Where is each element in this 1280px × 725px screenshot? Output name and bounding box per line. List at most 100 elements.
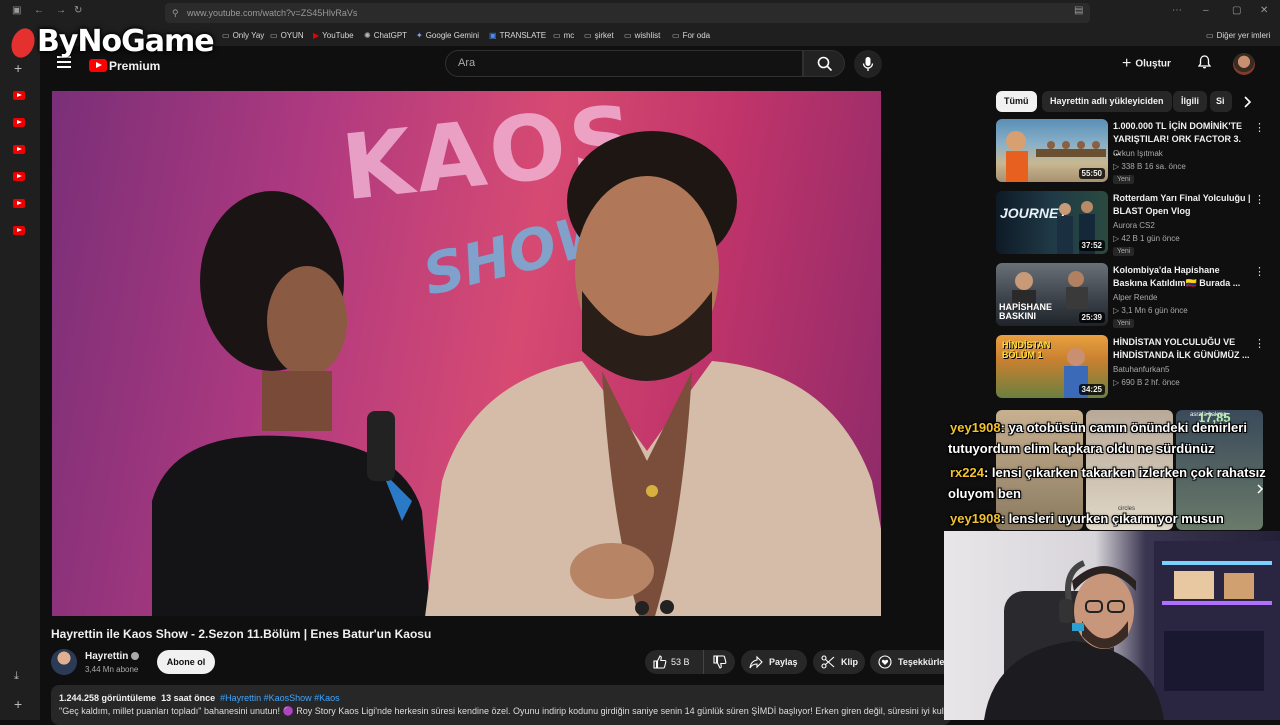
channel-name[interactable]: Batuhanfurkan5: [1113, 365, 1170, 374]
folder-icon: ▭: [584, 31, 592, 40]
recommended-video[interactable]: HİNDİSTAN BÖLÜM 1 34:25 HİNDİSTAN YOLCUL…: [996, 335, 1271, 401]
youtube-tab-icon[interactable]: [13, 145, 25, 154]
chip-all[interactable]: Tümü: [996, 91, 1037, 112]
like-button[interactable]: 53 B: [645, 650, 700, 674]
sidebar-toggle-icon[interactable]: ▣: [12, 5, 21, 16]
thumbnail-text: HAPİSHANE BASKINI: [999, 302, 1053, 321]
youtube-tab-icon[interactable]: [13, 172, 25, 181]
folder-icon: ▭: [553, 31, 561, 40]
add-icon[interactable]: +: [14, 696, 22, 712]
voice-search-button[interactable]: [854, 50, 882, 78]
recommended-video[interactable]: HAPİSHANE BASKINI 25:39 Kolombiya'da Hap…: [996, 263, 1271, 329]
youtube-header: Premium Ara + Oluştur: [40, 46, 1280, 84]
description-box[interactable]: 1.244.258 görüntüleme 13 saat önce #Hayr…: [51, 685, 951, 725]
site-info-icon[interactable]: ⚲: [172, 3, 179, 23]
thumbs-up-icon: [653, 655, 667, 669]
video-duration: 34:25: [1078, 384, 1105, 395]
search-input[interactable]: Ara: [445, 50, 803, 77]
youtube-tab-icon[interactable]: [13, 118, 25, 127]
chat-text: : lensi çıkarken takarken izlerken çok r…: [983, 465, 1266, 480]
channel-name[interactable]: Hayrettin: [85, 651, 128, 662]
channel-name[interactable]: Alper Rende: [1113, 293, 1157, 302]
bookmark-translate[interactable]: ▣ TRANSLATE: [489, 31, 546, 40]
bookmark-youtube[interactable]: ▶ YouTube: [313, 31, 354, 40]
premium-label: Premium: [109, 58, 161, 73]
video-meta: ▷ 42 B 1 gün önce: [1113, 234, 1180, 243]
video-thumbnail: HAPİSHANE BASKINI 25:39: [996, 263, 1108, 326]
youtube-tab-icon[interactable]: [13, 199, 25, 208]
description-text: "Geç kaldım, millet puanları topladı" ba…: [59, 706, 951, 716]
address-bar[interactable]: ⚲ www.youtube.com/watch?v=ZS45HlvRaVs: [165, 3, 1090, 23]
create-button[interactable]: + Oluştur: [1122, 55, 1171, 73]
recommended-video[interactable]: JOURNEY 37:52 Rotterdam Yarı Final Yolcu…: [996, 191, 1271, 257]
chip-from-uploader[interactable]: Hayrettin adlı yükleyiciden: [1042, 91, 1172, 112]
chip-truncated[interactable]: Si: [1210, 91, 1232, 112]
search-button[interactable]: [803, 50, 845, 77]
bookmark-gemini[interactable]: ✦ Google Gemini: [416, 31, 479, 40]
youtube-tab-icon[interactable]: [13, 91, 25, 100]
menu-dots-icon[interactable]: ⋯: [1172, 5, 1182, 16]
translate-icon: ▣: [489, 31, 497, 40]
video-player[interactable]: KAOS SHOW: [52, 91, 881, 616]
other-bookmarks[interactable]: ▭ Diğer yer imleri: [1206, 31, 1270, 40]
bookmark-mc[interactable]: ▭ mc: [553, 31, 574, 40]
youtube-logo[interactable]: Premium: [89, 57, 161, 73]
minimize-icon[interactable]: –: [1203, 5, 1209, 16]
bookmark-for-oda[interactable]: ▭ For oda: [672, 31, 710, 40]
more-options-icon[interactable]: ⋮: [1254, 193, 1265, 206]
bookmark-only-yay[interactable]: ▭ Only Yay: [222, 31, 264, 40]
more-options-icon[interactable]: ⋮: [1254, 265, 1265, 278]
chat-message: yey1908: ya otobüsün camın önündeki demi…: [950, 420, 1247, 435]
dislike-button[interactable]: [703, 650, 735, 674]
chat-username: yey1908: [950, 511, 1001, 526]
close-icon[interactable]: ✕: [1260, 5, 1268, 16]
thanks-button[interactable]: Teşekkürler: [870, 650, 950, 674]
maximize-icon[interactable]: ▢: [1232, 5, 1241, 16]
reload-icon[interactable]: ↻: [74, 5, 82, 16]
like-dislike-group: 53 B: [645, 650, 735, 674]
share-button[interactable]: Paylaş: [741, 650, 807, 674]
more-options-icon[interactable]: ⋮: [1254, 121, 1265, 134]
youtube-tab-icon[interactable]: [13, 226, 25, 235]
add-panel-icon[interactable]: +: [14, 60, 22, 76]
video-title: Kolombiya'da Hapishane Baskına Katıldım🇨…: [1113, 265, 1241, 288]
notifications-bell-icon[interactable]: [1198, 55, 1211, 69]
webcam-overlay: [944, 531, 1280, 720]
more-options-icon[interactable]: ⋮: [1254, 337, 1265, 350]
forward-icon[interactable]: →: [56, 5, 66, 16]
bookmark-chatgpt[interactable]: ✺ ChatGPT: [364, 31, 407, 40]
mic-icon: [862, 57, 874, 71]
reader-mode-icon[interactable]: ▤: [1074, 5, 1083, 16]
chat-username: rx224: [950, 465, 984, 480]
video-meta: ▷ 690 B 2 hf. önce: [1113, 378, 1180, 387]
new-badge: Yeni: [1113, 247, 1135, 256]
account-avatar[interactable]: [1233, 53, 1255, 75]
channel-name[interactable]: Orkun Işıtmak: [1113, 149, 1163, 158]
channel-name[interactable]: Aurora CS2: [1113, 221, 1155, 230]
clip-button[interactable]: Klip: [813, 650, 865, 674]
subscribe-button[interactable]: Abone ol: [157, 650, 215, 674]
channel-avatar[interactable]: [51, 649, 77, 675]
chevron-right-icon[interactable]: [1240, 95, 1254, 109]
bookmark-sirket[interactable]: ▭ şirket: [584, 31, 614, 40]
folder-icon: ▭: [222, 31, 230, 40]
share-icon: [749, 655, 763, 669]
bookmark-wishlist[interactable]: ▭ wishlist: [624, 31, 660, 40]
chat-text: : ya otobüsün camın önündeki demirleri: [1000, 420, 1247, 435]
chat-message: rx224: lensi çıkarken takarken izlerken …: [950, 465, 1266, 480]
upload-age: 13 saat önce: [161, 693, 216, 703]
thumbs-down-icon: [713, 655, 727, 669]
back-icon[interactable]: ←: [34, 5, 44, 16]
chevron-right-icon[interactable]: [1254, 483, 1266, 495]
folder-icon: ▭: [270, 31, 278, 40]
recommended-video[interactable]: 55:50 1.000.000 TL İÇİN DOMİNİK'TE YARIŞ…: [996, 119, 1271, 185]
like-count: 53 B: [671, 657, 690, 667]
bookmark-oyun[interactable]: ▭ OYUN: [270, 31, 304, 40]
hashtags[interactable]: #Hayrettin #KaosShow #Kaos: [220, 693, 340, 703]
chip-related[interactable]: İlgili: [1173, 91, 1207, 112]
video-duration: 55:50: [1078, 168, 1105, 179]
chat-message-continued: oluyom ben: [948, 486, 1021, 501]
verified-badge-icon: [131, 652, 139, 660]
thanks-heart-icon: [878, 655, 892, 669]
download-icon[interactable]: ⤓: [14, 670, 19, 683]
